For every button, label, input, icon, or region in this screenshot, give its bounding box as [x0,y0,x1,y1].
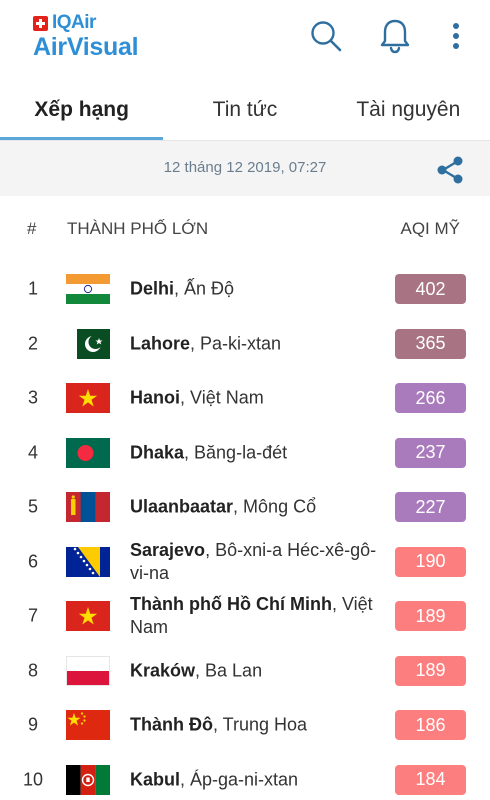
country-label: , Trung Hoa [213,714,308,735]
city-label: Lahore [130,333,191,354]
city-name: Ulaanbaatar, Mông Cổ [130,496,380,519]
date-bar: 12 tháng 12 2019, 07:27 [0,140,490,196]
tab-resources[interactable]: Tài nguyên [327,80,490,140]
rank-number: 9 [27,714,38,735]
aqi-badge: 402 [395,274,466,305]
app-bar: IQAir AirVisual [0,0,490,80]
city-column-header: THÀNH PHỐ LỚN [67,219,209,238]
table-row[interactable]: 9 Thành Đô, Trung Hoa 186 [0,698,490,753]
country-label: , Băng-la-đét [184,442,288,463]
city-label: Hanoi [130,387,181,408]
airvisual-logo: IQAir AirVisual [33,12,139,61]
table-row[interactable]: 8 Kraków, Ba Lan 189 [0,644,490,699]
ranking-list: 1 Delhi, Ấn Độ 402 2 Lahore, Pa-ki-xtan … [0,262,490,800]
country-label: , Việt Nam [180,387,264,408]
aqi-badge: 190 [395,546,466,577]
city-name: Sarajevo, Bô-xni-a Héc-xê-gô-vi-na [130,539,380,585]
search-button[interactable] [306,16,346,56]
city-name: Hanoi, Việt Nam [130,387,380,410]
brand-airvisual: AirVisual [33,33,139,61]
tab-ranking[interactable]: Xếp hạng [0,80,164,140]
rank-number: 8 [27,660,38,681]
ranking-table-header: # THÀNH PHỐ LỚN AQI MỸ [0,212,490,246]
table-row[interactable]: 6 Sarajevo, Bô-xni-a Héc-xê-gô-vi-na 190 [0,535,490,590]
rank-number: 4 [27,442,38,463]
table-row[interactable]: 7 Thành phố Hồ Chí Minh, Việt Nam 189 [0,589,490,644]
aqi-badge: 189 [395,601,466,632]
city-label: Thành Đô [130,714,213,735]
country-label: , Pa-ki-xtan [190,333,282,354]
city-name: Delhi, Ấn Độ [130,278,380,301]
aqi-badge: 184 [395,764,466,795]
pakistan-flag-icon [66,328,110,359]
rank-column-header: # [27,219,37,238]
china-flag-icon [66,710,110,741]
more-vert-icon [453,23,459,49]
country-label: , Ấn Độ [174,278,235,299]
city-name: Thành Đô, Trung Hoa [130,714,380,737]
city-label: Kabul [130,769,181,790]
last-updated-timestamp: 12 tháng 12 2019, 07:27 [163,159,327,176]
city-label: Ulaanbaatar [130,496,234,517]
table-row[interactable]: 3 Hanoi, Việt Nam 266 [0,371,490,426]
aqi-badge: 189 [395,655,466,686]
aqi-badge: 237 [395,437,466,468]
mongolia-flag-icon [66,492,110,523]
rank-number: 3 [27,387,38,408]
city-name: Kraków, Ba Lan [130,659,380,682]
tab-bar: Xếp hạng Tin tức Tài nguyên [0,80,490,140]
bangladesh-flag-icon [66,437,110,468]
aqi-badge: 186 [395,710,466,741]
india-flag-icon [66,274,110,305]
vietnam-flag-icon [66,601,110,632]
city-name: Thành phố Hồ Chí Minh, Việt Nam [130,593,380,639]
bosnia-flag-icon [66,546,110,577]
country-label: , Áp-ga-ni-xtan [180,769,299,790]
swiss-flag-icon [33,15,48,31]
table-row[interactable]: 10 Kabul, Áp-ga-ni-xtan 184 [0,753,490,800]
city-name: Kabul, Áp-ga-ni-xtan [130,768,380,791]
poland-flag-icon [66,655,110,686]
aqi-badge: 266 [395,383,466,414]
country-label: , Ba Lan [195,660,263,681]
table-row[interactable]: 4 Dhaka, Băng-la-đét 237 [0,426,490,481]
city-label: Thành phố Hồ Chí Minh [130,594,332,615]
share-icon[interactable] [434,154,466,186]
bell-icon [380,19,410,54]
rank-number: 10 [22,769,44,790]
city-name: Lahore, Pa-ki-xtan [130,332,380,355]
table-row[interactable]: 2 Lahore, Pa-ki-xtan 365 [0,317,490,372]
notifications-button[interactable] [375,16,415,56]
rank-number: 2 [27,333,38,354]
afghanistan-flag-icon [66,764,110,795]
table-row[interactable]: 5 Ulaanbaatar, Mông Cổ 227 [0,480,490,535]
aqi-column-header: AQI MỸ [400,219,460,238]
more-options-button[interactable] [436,16,476,56]
city-label: Dhaka [130,442,185,463]
city-label: Kraków [130,660,196,681]
city-name: Dhaka, Băng-la-đét [130,441,380,464]
rank-number: 1 [27,278,38,299]
rank-number: 7 [27,605,38,626]
table-row[interactable]: 1 Delhi, Ấn Độ 402 [0,262,490,317]
brand-iqair: IQAir [52,12,96,33]
rank-number: 6 [27,551,38,572]
rank-number: 5 [27,496,38,517]
aqi-badge: 227 [395,492,466,523]
tab-news[interactable]: Tin tức [163,80,326,140]
city-label: Sarajevo [130,539,206,560]
aqi-badge: 365 [395,328,466,359]
vietnam-flag-icon [66,383,110,414]
country-label: , Mông Cổ [233,496,317,517]
city-label: Delhi [130,278,175,299]
search-icon [311,21,342,52]
